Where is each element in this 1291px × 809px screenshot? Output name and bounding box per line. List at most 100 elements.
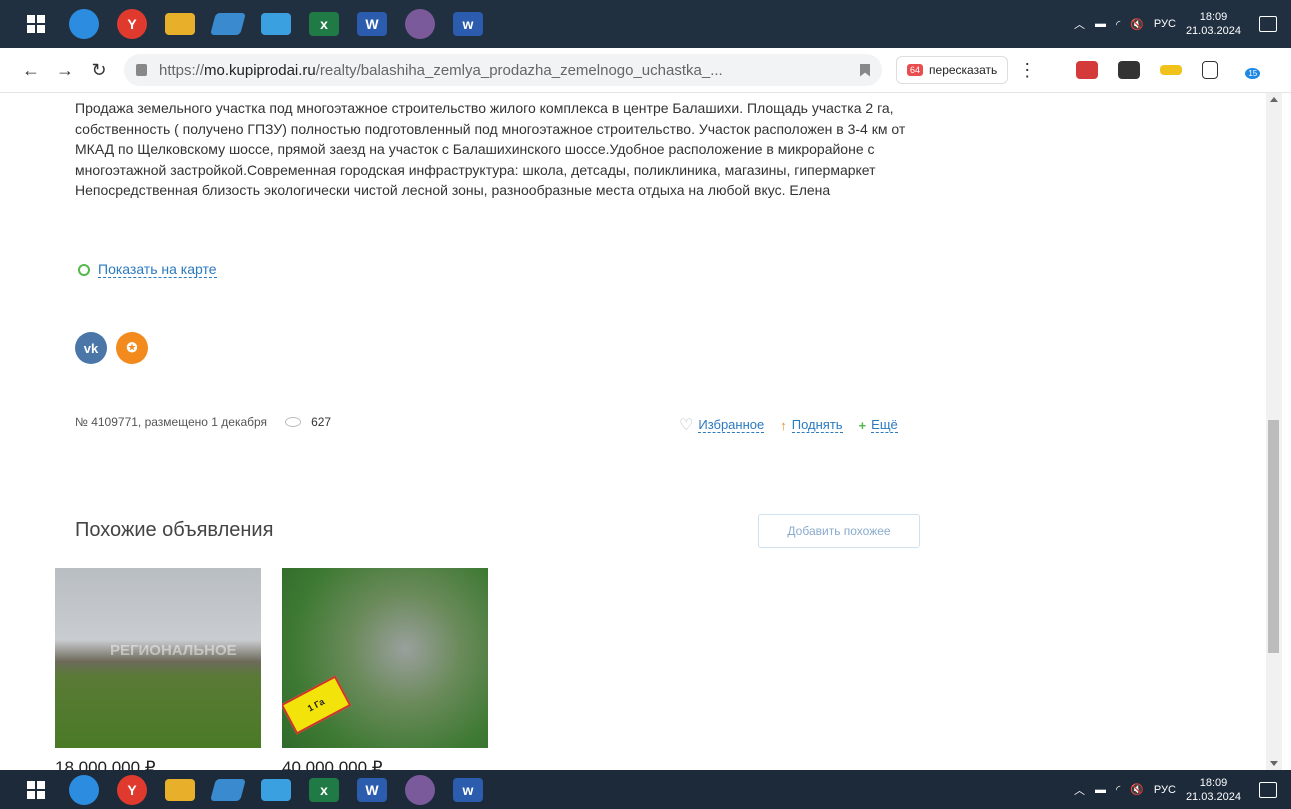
raise-button[interactable]: ↑ Поднять	[780, 415, 843, 435]
page-content: Продажа земельного участка под многоэтаж…	[0, 93, 1266, 770]
lot-marker: 1 Га	[282, 675, 352, 735]
file-explorer-icon[interactable]	[165, 13, 195, 35]
arrow-up-icon: ↑	[780, 417, 787, 433]
file-explorer-icon[interactable]	[165, 778, 195, 801]
odnoklassniki-share-icon[interactable]: ✪	[116, 332, 148, 364]
reload-icon[interactable]: ↻	[82, 60, 116, 81]
app-icon-notes[interactable]	[210, 13, 246, 35]
more-button[interactable]: + Ещё	[859, 415, 898, 435]
app-icon-notes[interactable]	[210, 778, 246, 801]
start-button[interactable]	[21, 9, 51, 39]
url-host: mo.kupiprodai.ru	[204, 61, 316, 79]
paint-icon[interactable]	[405, 9, 435, 39]
scroll-thumb[interactable]	[1268, 420, 1279, 653]
edge-icon[interactable]	[69, 9, 99, 39]
battery-saver-icon[interactable]	[1160, 65, 1183, 75]
social-share: vk ✪	[75, 332, 148, 364]
listing-number-date: № 4109771, размещено 1 декабря	[75, 415, 268, 429]
raise-label: Поднять	[791, 417, 843, 433]
scroll-up-icon[interactable]	[1270, 97, 1278, 102]
clock-time: 18:09	[1199, 11, 1228, 23]
extension-icon[interactable]	[1118, 61, 1141, 79]
retell-badge: 64	[907, 64, 924, 76]
eye-icon	[285, 417, 302, 427]
excel-icon[interactable]: x	[309, 12, 339, 36]
heart-icon: ♡	[679, 417, 694, 434]
windows-icon	[27, 780, 45, 799]
favorite-label: Избранное	[698, 417, 765, 433]
downloads-icon[interactable]: 15	[1238, 61, 1261, 79]
more-menu-icon[interactable]: ⋮	[1018, 60, 1036, 81]
speaker-muted-icon[interactable]: 🔇	[1130, 18, 1144, 31]
chevron-up-icon[interactable]: ︿	[1074, 16, 1085, 32]
battery-icon[interactable]: ▬	[1095, 784, 1106, 796]
retell-label: пересказать	[929, 63, 998, 77]
listing-actions: ♡ Избранное ↑ Поднять + Ещё	[679, 415, 898, 435]
word-icon-2[interactable]: W	[357, 777, 387, 802]
map-pin-icon	[78, 263, 90, 276]
chevron-up-icon[interactable]: ︿	[1074, 782, 1085, 798]
back-icon[interactable]: ←	[14, 60, 48, 81]
page-scrollbar[interactable]	[1266, 93, 1282, 770]
clock-time: 18:09	[1199, 776, 1228, 789]
forward-icon[interactable]: →	[48, 60, 82, 81]
paint-icon[interactable]	[405, 774, 435, 805]
excel-icon[interactable]: x	[309, 777, 339, 802]
similar-listings-title: Похожие объявления	[75, 519, 274, 541]
extension-adblock-icon[interactable]	[1076, 61, 1099, 79]
browser-toolbar: ← → ↻ https:// mo.kupiprodai.ru /realty/…	[0, 48, 1291, 93]
plus-icon: +	[858, 417, 867, 433]
more-label: Ещё	[871, 417, 898, 433]
puzzle-extension-icon[interactable]	[1202, 61, 1219, 79]
clock-date: 21.03.2024	[1185, 25, 1241, 37]
bookmark-icon[interactable]	[860, 63, 870, 77]
photos-icon[interactable]	[261, 13, 291, 35]
notifications-icon[interactable]	[1259, 781, 1277, 798]
photos-icon[interactable]	[261, 778, 291, 801]
card-price: 18 000 000 ₽	[55, 758, 156, 770]
listing-photo[interactable]: РЕГИОНАЛЬНОЕ	[55, 568, 261, 748]
clock[interactable]: 18:09 21.03.2024	[1186, 10, 1241, 38]
address-bar[interactable]: https:// mo.kupiprodai.ru /realty/balash…	[124, 54, 882, 86]
similar-card[interactable]: РЕГИОНАЛЬНОЕ 18 000 000 ₽	[55, 568, 261, 770]
retell-button[interactable]: 64 пересказать	[896, 56, 1009, 84]
listing-photo[interactable]: 1 Га	[282, 568, 488, 748]
language-indicator[interactable]: РУС	[1154, 784, 1176, 796]
url-scheme: https://	[159, 61, 205, 79]
taskbar-top: Y x W w ︿ ▬ ◜ 🔇 РУС 18:09 21.03.2024	[0, 0, 1291, 48]
clock-date: 21.03.2024	[1185, 790, 1241, 803]
system-tray: ︿ ▬ ◜ 🔇 РУС 18:09 21.03.2024	[1074, 776, 1291, 804]
wifi-icon[interactable]: ◜	[1116, 18, 1120, 31]
taskbar-apps: Y x W w	[0, 9, 492, 39]
taskbar-apps: Y x W w	[0, 774, 492, 805]
similar-card[interactable]: 1 Га 40 000 000 ₽	[282, 568, 488, 770]
start-button[interactable]	[21, 775, 51, 805]
speaker-muted-icon[interactable]: 🔇	[1130, 783, 1144, 796]
system-tray: ︿ ▬ ◜ 🔇 РУС 18:09 21.03.2024	[1074, 10, 1291, 38]
lock-icon	[136, 64, 147, 76]
battery-icon[interactable]: ▬	[1095, 18, 1106, 30]
description-text-2: Непосредственная близость экологически ч…	[75, 182, 831, 198]
show-on-map-link[interactable]: Показать на карте	[78, 261, 217, 278]
url-path: /realty/balashiha_zemlya_prodazha_zemeln…	[315, 61, 723, 79]
edge-icon[interactable]	[69, 774, 99, 805]
show-on-map-label: Показать на карте	[98, 261, 217, 278]
clock[interactable]: 18:09 21.03.2024	[1186, 776, 1241, 804]
yandex-browser-icon[interactable]: Y	[117, 9, 147, 39]
vk-share-icon[interactable]: vk	[75, 332, 107, 364]
word-icon-2[interactable]: W	[357, 12, 387, 36]
word-icon[interactable]: w	[453, 777, 483, 802]
wifi-icon[interactable]: ◜	[1116, 783, 1120, 796]
scroll-down-icon[interactable]	[1270, 761, 1278, 766]
windows-icon	[27, 15, 45, 33]
yandex-browser-icon[interactable]: Y	[117, 774, 147, 805]
listing-description: Продажа земельного участка под многоэтаж…	[75, 98, 935, 201]
downloads-badge: 15	[1245, 68, 1261, 79]
notifications-icon[interactable]	[1259, 16, 1277, 32]
word-icon[interactable]: w	[453, 12, 483, 36]
favorite-button[interactable]: ♡ Избранное	[679, 415, 765, 435]
language-indicator[interactable]: РУС	[1154, 18, 1176, 30]
add-similar-button[interactable]: Добавить похожее	[758, 514, 920, 548]
card-price: 40 000 000 ₽	[282, 758, 383, 770]
description-text: Продажа земельного участка под многоэтаж…	[75, 100, 906, 178]
